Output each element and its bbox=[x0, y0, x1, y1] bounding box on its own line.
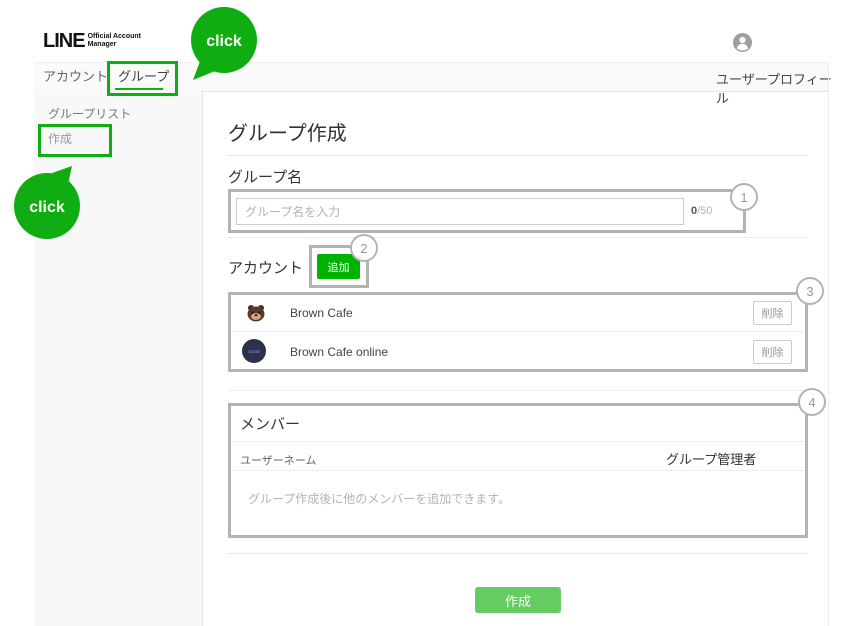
tab-group[interactable]: グループ bbox=[118, 63, 169, 91]
click-callout-create: click bbox=[8, 164, 90, 248]
column-header-group-admin: グループ管理者 bbox=[666, 449, 756, 468]
line-oa-manager-page: LINE Official Account Manager アカウント グループ… bbox=[0, 0, 843, 626]
user-profile-link[interactable]: ユーザープロフィール bbox=[716, 69, 843, 107]
account-row: Brown Cafe 削除 bbox=[231, 295, 805, 331]
column-header-username: ユーザーネーム bbox=[240, 452, 316, 468]
step-badge-1: 1 bbox=[730, 183, 758, 211]
user-avatar-icon[interactable] bbox=[733, 33, 752, 52]
click-callout-tab: click bbox=[182, 2, 260, 86]
sidebar-item-create[interactable]: 作成 bbox=[48, 130, 72, 147]
line-logo-text: LINE bbox=[43, 31, 85, 51]
divider bbox=[231, 441, 805, 442]
create-group-button[interactable]: 作成 bbox=[475, 587, 561, 613]
divider bbox=[228, 237, 808, 238]
click-callout-create-label: click bbox=[29, 199, 65, 216]
click-callout-tab-label: click bbox=[206, 33, 242, 50]
delete-account-button[interactable]: 削除 bbox=[753, 301, 792, 325]
step-badge-4: 4 bbox=[798, 388, 826, 416]
group-name-input[interactable] bbox=[236, 198, 684, 225]
divider bbox=[228, 155, 808, 156]
divider bbox=[231, 470, 805, 471]
line-logo-subtext: Official Account Manager bbox=[88, 33, 141, 50]
divider bbox=[228, 553, 808, 554]
page-title: グループ作成 bbox=[228, 117, 347, 146]
step-badge-2: 2 bbox=[350, 234, 378, 262]
svg-text:Good: Good bbox=[248, 349, 260, 354]
line-logo[interactable]: LINE Official Account Manager bbox=[43, 31, 141, 51]
accounts-section-title: アカウント bbox=[228, 257, 303, 278]
char-counter-max: /50 bbox=[697, 205, 712, 217]
account-row: Good Brown Cafe online 削除 bbox=[231, 332, 805, 369]
account-name: Brown Cafe online bbox=[290, 345, 388, 359]
members-section-title: メンバー bbox=[240, 413, 300, 434]
brown-cafe-online-avatar: Good bbox=[242, 339, 266, 363]
sidebar-item-group-list[interactable]: グループリスト bbox=[48, 105, 131, 122]
main-tabbar: アカウント グループ bbox=[34, 62, 828, 92]
account-name: Brown Cafe bbox=[290, 306, 353, 320]
group-name-section-title: グループ名 bbox=[228, 166, 302, 187]
content-right-border bbox=[828, 62, 829, 626]
members-empty-message: グループ作成後に他のメンバーを追加できます。 bbox=[248, 490, 510, 507]
step-badge-3: 3 bbox=[796, 277, 824, 305]
tab-account[interactable]: アカウント bbox=[43, 63, 108, 91]
delete-account-button[interactable]: 削除 bbox=[753, 340, 792, 364]
divider bbox=[228, 390, 808, 391]
char-counter: 0/50 bbox=[691, 205, 712, 217]
brown-cafe-avatar bbox=[246, 303, 266, 323]
